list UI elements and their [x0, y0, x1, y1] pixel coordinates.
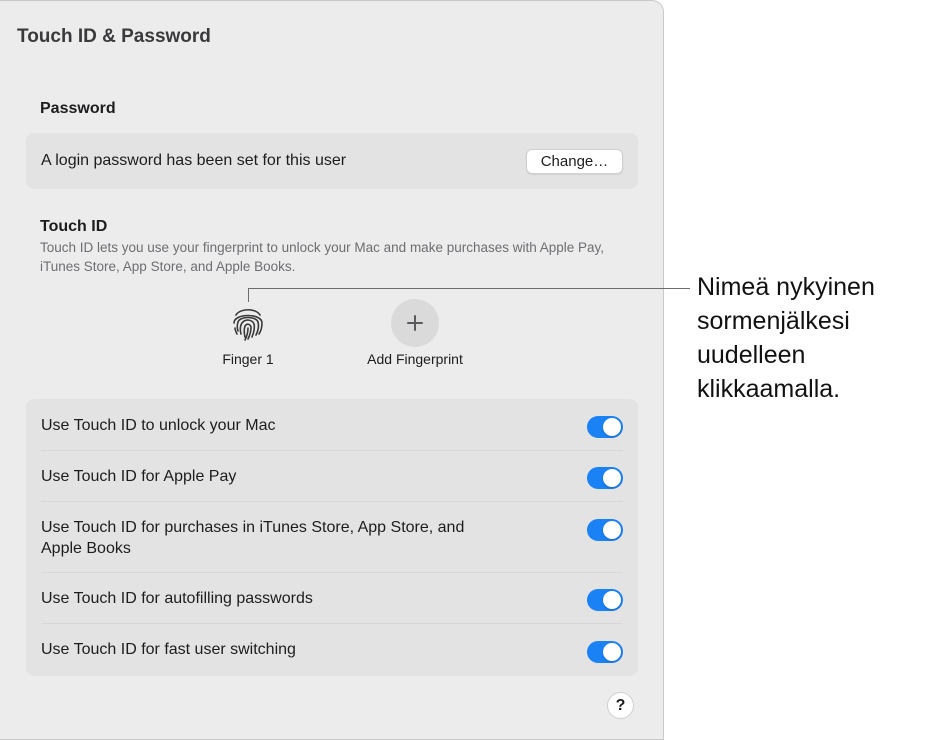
plus-icon	[407, 315, 423, 331]
option-row-unlock-mac: Use Touch ID to unlock your Mac	[26, 399, 638, 451]
change-password-button[interactable]: Change…	[526, 149, 623, 174]
password-group: A login password has been set for this u…	[26, 133, 638, 189]
callout-line-vertical	[248, 288, 249, 302]
option-label: Use Touch ID for purchases in iTunes Sto…	[41, 519, 465, 557]
callout-text: Nimeä nykyinen sormenjälkesi uudelleen k…	[697, 273, 875, 403]
option-row-user-switching: Use Touch ID for fast user switching	[26, 624, 638, 676]
option-label: Use Touch ID for Apple Pay	[41, 468, 237, 485]
add-fingerprint-button[interactable]: Add Fingerprint	[355, 299, 475, 367]
option-row-autofill: Use Touch ID for autofilling passwords	[26, 573, 638, 624]
help-button[interactable]: ?	[607, 692, 634, 719]
touch-id-options-group: Use Touch ID to unlock your Mac Use Touc…	[26, 399, 638, 676]
touch-id-section-title: Touch ID	[40, 218, 108, 235]
password-section-title: Password	[40, 100, 116, 117]
add-fingerprint-label: Add Fingerprint	[367, 351, 463, 367]
settings-window: Touch ID & Password Password A login pas…	[0, 0, 664, 740]
fingerprint-finger-1[interactable]: Finger 1	[208, 299, 288, 367]
callout-line-horizontal	[248, 288, 690, 289]
purchases-toggle[interactable]	[587, 519, 623, 541]
autofill-toggle[interactable]	[587, 589, 623, 611]
option-label: Use Touch ID for autofilling passwords	[41, 590, 313, 607]
fingerprint-label: Finger 1	[222, 351, 274, 367]
option-label: Use Touch ID to unlock your Mac	[41, 417, 276, 434]
option-row-purchases: Use Touch ID for purchases in iTunes Sto…	[26, 502, 638, 573]
apple-pay-toggle[interactable]	[587, 467, 623, 489]
touch-id-description: Touch ID lets you use your fingerprint t…	[40, 240, 605, 274]
unlock-mac-toggle[interactable]	[587, 416, 623, 438]
window-title: Touch ID & Password	[17, 26, 211, 47]
user-switching-toggle[interactable]	[587, 641, 623, 663]
password-status-text: A login password has been set for this u…	[41, 152, 347, 169]
fingerprint-icon	[208, 299, 288, 347]
option-label: Use Touch ID for fast user switching	[41, 641, 296, 658]
option-row-apple-pay: Use Touch ID for Apple Pay	[26, 451, 638, 502]
add-fingerprint-circle	[391, 299, 439, 347]
